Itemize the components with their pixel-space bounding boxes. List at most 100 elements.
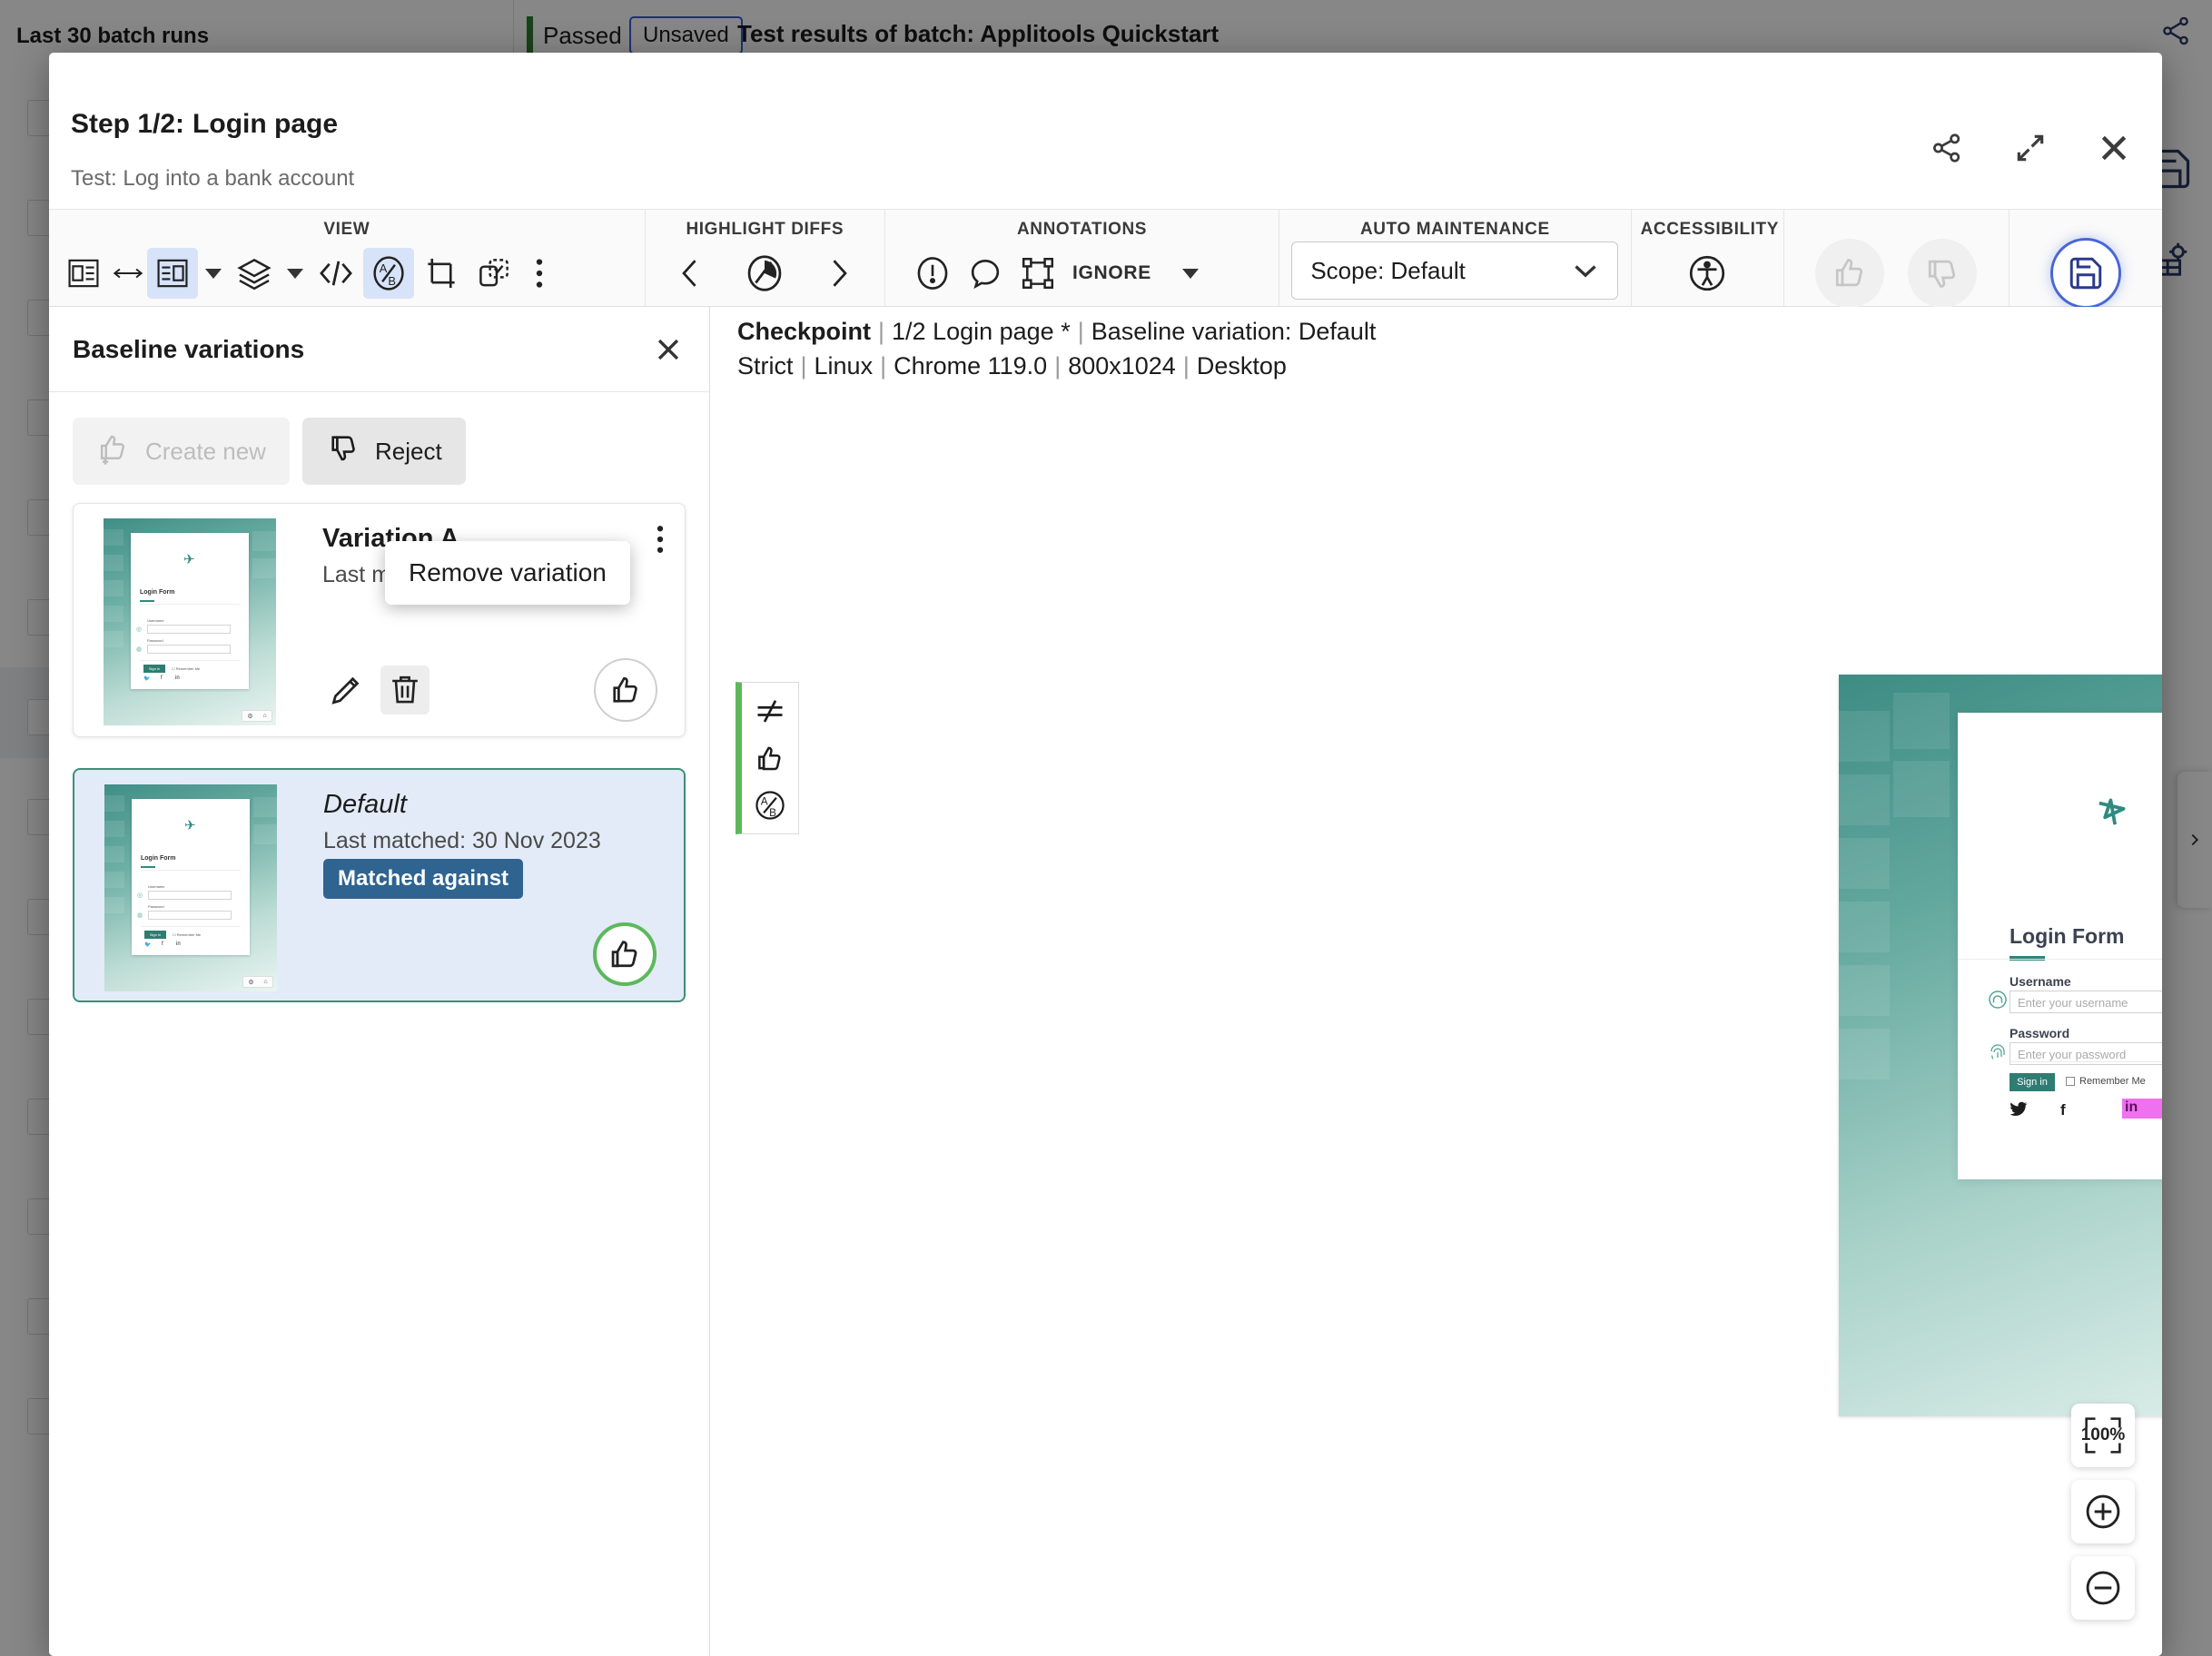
remember-me-checkbox[interactable]: Remember Me [2066, 1076, 2146, 1087]
step-counter: Step 1/2: [71, 109, 185, 139]
zoom-out-icon[interactable] [2071, 1556, 2135, 1620]
toolbar-highlight-diffs-row [655, 241, 875, 306]
baseline-variation-card[interactable]: ✈ Login Form Username ◎ Password ◍ Sign … [73, 503, 887, 737]
toolbar-group-save [2009, 210, 2162, 309]
not-equal-icon [749, 690, 791, 732]
side-by-side-icon[interactable] [58, 248, 109, 299]
variation-thumbnail: ✈ Login Form Username ◎ Password ◍ Sign … [104, 518, 276, 725]
thumbnail-username-input [148, 891, 232, 900]
twitter-icon[interactable] [2010, 1101, 2028, 1122]
region-select-icon[interactable] [469, 248, 519, 299]
single-view-icon[interactable] [147, 248, 198, 299]
zoom-controls: 100% [2071, 1404, 2135, 1620]
modal-body: Baseline variations Create new Reject ✈ … [49, 307, 2162, 1656]
checkpoint-viewer: Checkpoint | 1/2 Login page * | Baseline var… [710, 307, 2162, 1656]
modal-header: Step 1/2: Login page Test: Log into a ban… [49, 53, 2162, 209]
zoom-in-icon[interactable] [2071, 1480, 2135, 1543]
checkbox-box [2066, 1077, 2075, 1086]
form-title: Login Form [2010, 924, 2125, 948]
approve-variation-button[interactable] [593, 922, 657, 986]
save-icon[interactable] [2050, 238, 2122, 309]
user-icon: ◎ [137, 892, 143, 899]
comment-icon[interactable] [960, 248, 1011, 299]
accessibility-icon[interactable] [1682, 248, 1733, 299]
reject-label: Reject [374, 437, 442, 465]
more-options-icon[interactable] [521, 248, 558, 299]
toolbar-group-annotations-label: ANNOTATIONS [1016, 220, 1148, 239]
trash-icon[interactable] [380, 665, 430, 715]
ignore-label: IGNORE [1071, 262, 1151, 283]
toolbar-group-accessibility: ACCESSIBILITY [1630, 210, 1783, 306]
thumbnail-form-title: Login Form [140, 589, 175, 596]
code-icon[interactable] [311, 248, 361, 299]
checkpoint-flags: A B [736, 682, 799, 834]
toolbar-group-highlight-diffs-label: HIGHLIGHT DIFFS [686, 220, 844, 239]
toolbar-accessibility-row [1641, 241, 1774, 306]
scope-select[interactable]: Scope: Default [1291, 242, 1619, 300]
airplane-logo-icon: ✈ [184, 818, 196, 833]
kebab-menu-icon[interactable] [656, 524, 665, 559]
baseline-variation-card[interactable]: ✈ Login Form Username ◎ Password ◍ Sign … [73, 768, 686, 1002]
checkpoint-match-level: Strict [737, 352, 794, 380]
fit-to-screen-button[interactable]: 100% [2071, 1404, 2135, 1467]
thumbnail-login-card: ✈ Login Form Username ◎ Password ◍ Sign … [132, 799, 250, 955]
username-input[interactable]: Enter your username [2010, 991, 2162, 1013]
toolbar-group-feedback [1782, 210, 2009, 308]
create-new-button[interactable]: Create new [73, 418, 290, 485]
toolbar-group-annotations: ANNOTATIONS IGNORE [884, 210, 1279, 306]
approve-variation-button[interactable] [594, 658, 657, 722]
checkpoint-viewport: 800x1024 [1068, 352, 1176, 380]
view-caret-icon[interactable] [200, 248, 227, 299]
thumbnail-username-input [147, 625, 231, 634]
thumbs-up-icon [749, 737, 791, 779]
scope-select-value: Scope: Default [1310, 256, 1466, 284]
variation-last-matched: Last matched: 30 Nov 2023 [323, 828, 601, 853]
separator: | [878, 318, 885, 345]
remember-me-label: Remember Me [2079, 1076, 2146, 1087]
checkpoint-step-name: 1/2 Login page * [892, 318, 1071, 345]
close-icon[interactable] [2093, 127, 2135, 169]
variation-card-body: Default Last matched: 30 Nov 2023 Matche… [300, 770, 684, 1000]
diff-target-icon[interactable] [739, 248, 790, 299]
exclamation-icon[interactable] [907, 248, 958, 299]
thumbnail-login-card: ✈ Login Form Username ◎ Password ◍ Sign … [131, 533, 249, 689]
annotations-caret-icon[interactable] [1177, 248, 1204, 299]
test-name-label: Test: Log into a bank account [71, 166, 355, 191]
baseline-variation-list: ✈ Login Form Username ◎ Password ◍ Sign … [49, 503, 887, 1033]
prev-diff-icon[interactable] [665, 248, 716, 299]
checkpoint-screenshot[interactable]: Login Form Username Enter your username … [1839, 675, 2162, 1416]
thumbs-up-icon[interactable] [1815, 239, 1885, 308]
layers-icon[interactable] [229, 248, 280, 299]
variation-thumbnail: ✈ Login Form Username ◎ Password ◍ Sign … [104, 784, 277, 991]
expand-icon[interactable] [2010, 127, 2051, 169]
close-icon[interactable] [653, 334, 684, 365]
next-diff-icon[interactable] [814, 248, 864, 299]
viewer-toolbar: VIEW A B HIGHLIGHT DIFFS ANNOTATIONS IGN… [49, 209, 2162, 309]
linkedin-icon[interactable]: in [2125, 1099, 2138, 1116]
share-icon[interactable] [1926, 127, 1968, 169]
signin-button[interactable]: Sign in [2010, 1073, 2055, 1091]
thumbs-down-icon[interactable] [1908, 239, 1978, 308]
thumbs-up-plus-icon [96, 430, 133, 473]
ignore-region-icon[interactable] [1012, 248, 1063, 299]
layers-caret-icon[interactable] [281, 248, 309, 299]
pencil-icon[interactable] [322, 665, 371, 715]
reject-button[interactable]: Reject [301, 418, 466, 485]
fingerprint-icon: ◍ [136, 646, 143, 653]
separator: | [1054, 352, 1062, 380]
facebook-icon[interactable]: f [2060, 1101, 2066, 1119]
facebook-icon: f [162, 941, 163, 947]
crop-icon[interactable] [416, 248, 467, 299]
toolbar-group-auto-maintenance: AUTO MAINTENANCE Scope: Default [1279, 210, 1630, 306]
svg-text:A: A [761, 795, 768, 807]
ab-compare-icon[interactable]: A B [363, 248, 414, 299]
user-icon [1988, 990, 2008, 1014]
toolbar-group-view-label: VIEW [323, 220, 370, 239]
screenshot-login-card: Login Form Username Enter your username … [1958, 713, 2162, 1179]
modal-header-actions [1926, 127, 2135, 169]
linkedin-icon: in [175, 675, 180, 681]
airplane-logo-icon: ✈ [183, 552, 195, 567]
thumbnail-signin-button: Sign in [144, 931, 166, 939]
svg-text:A: A [380, 261, 388, 275]
zoom-level-label: 100% [2080, 1425, 2126, 1444]
